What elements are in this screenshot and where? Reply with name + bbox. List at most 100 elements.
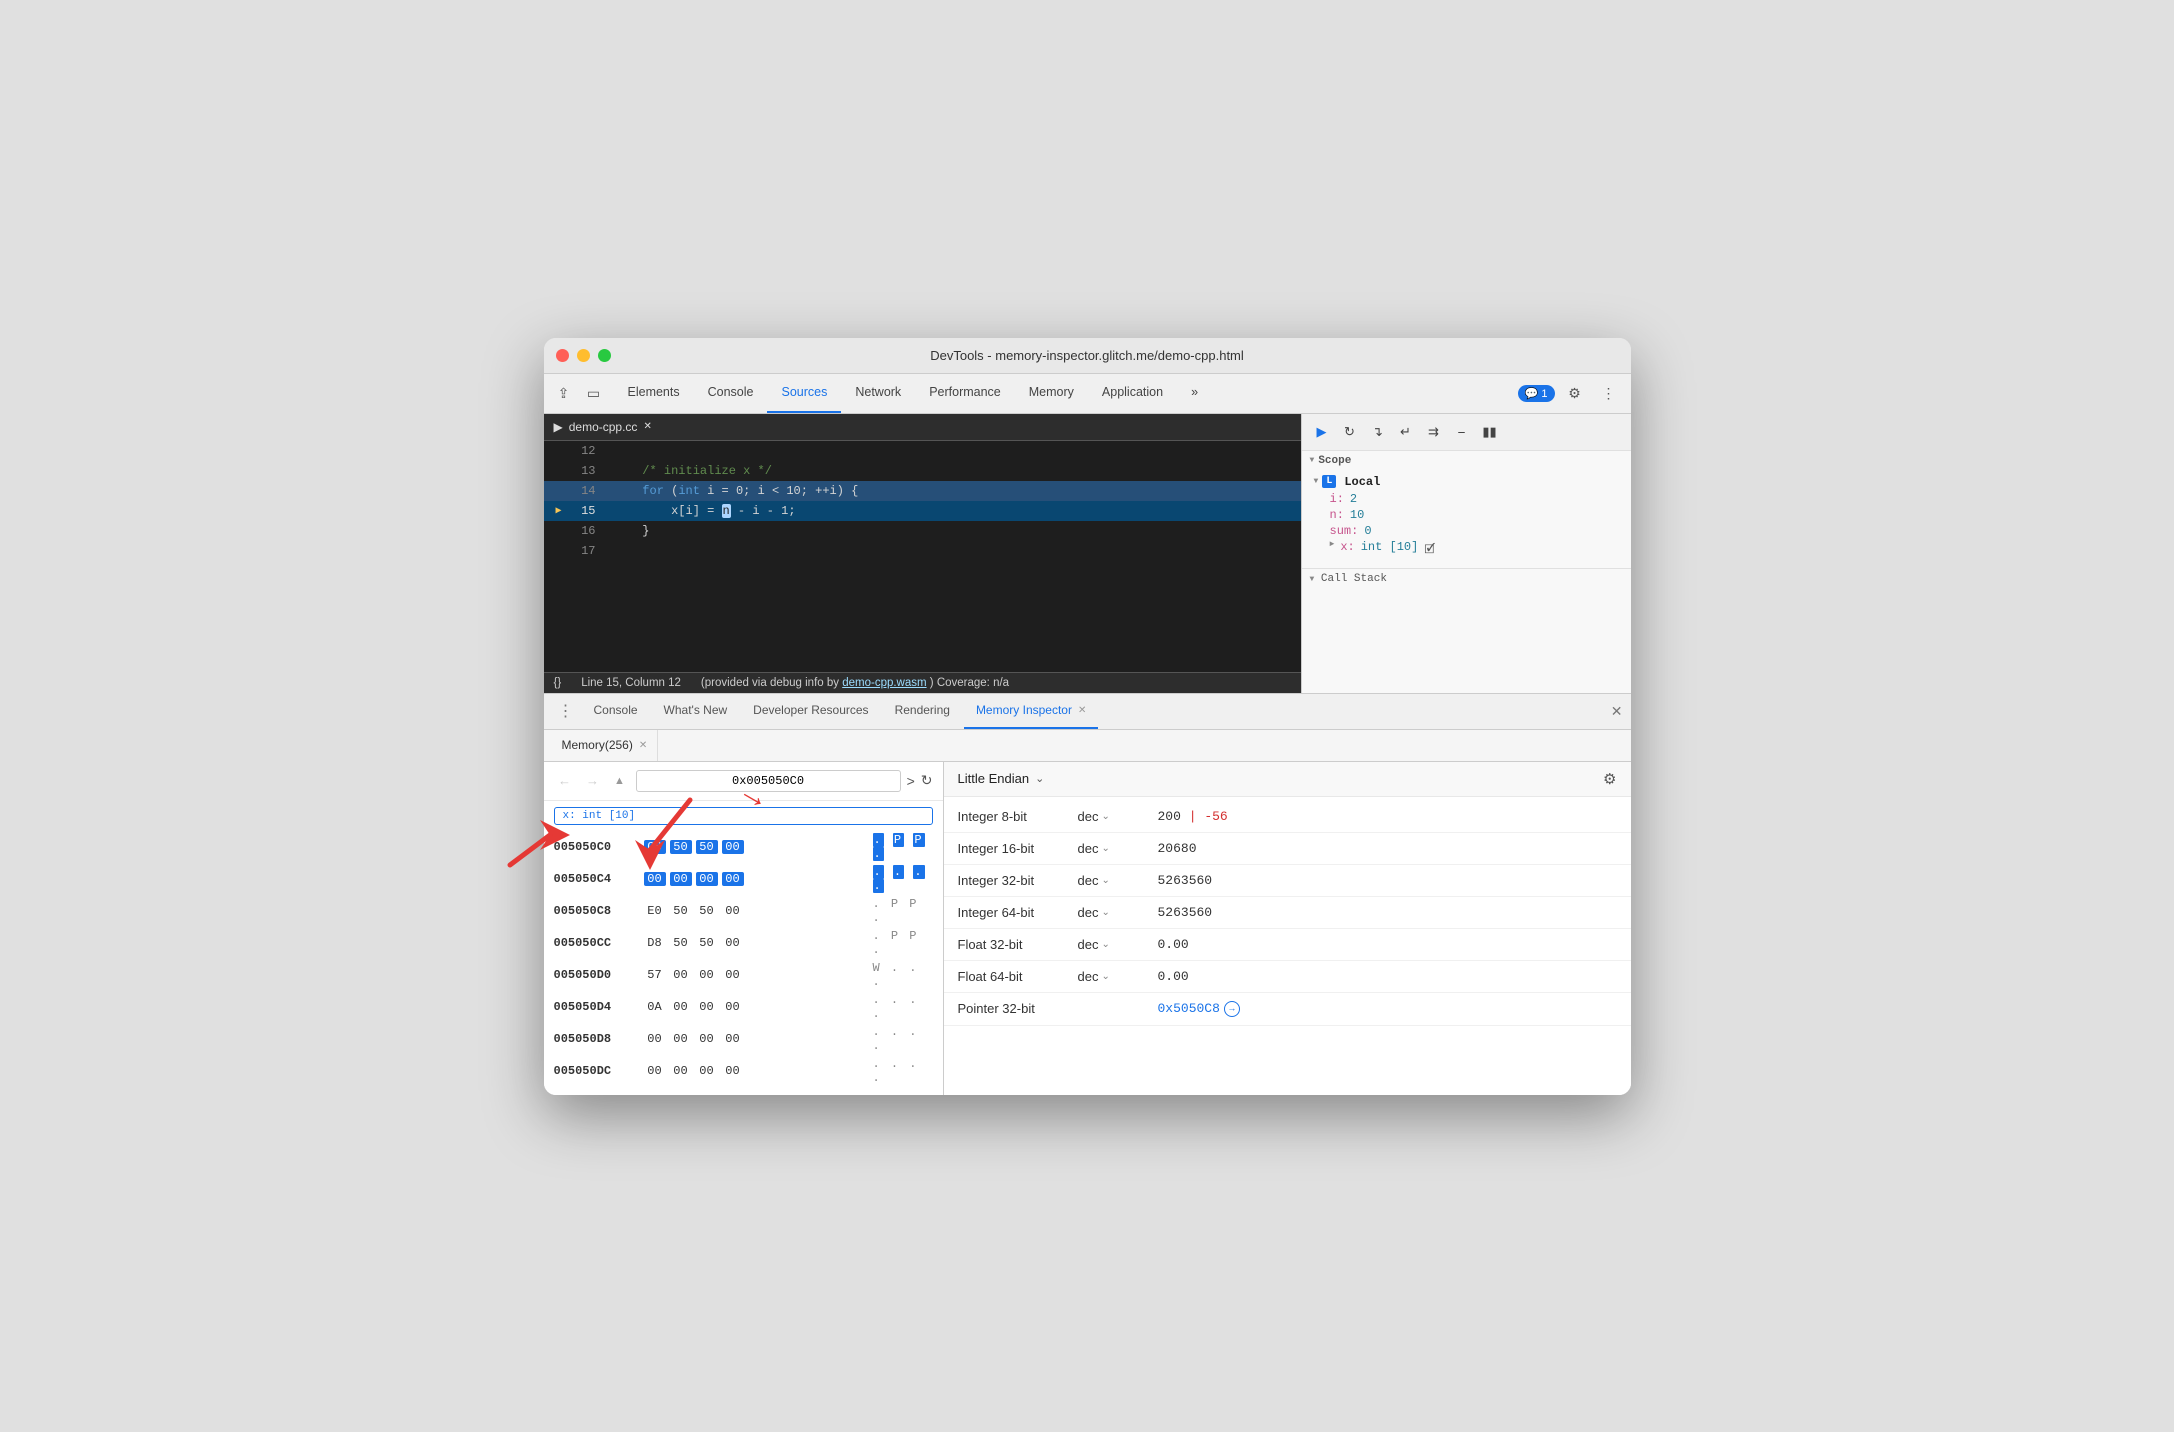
device-icon[interactable]: ▭ (582, 381, 606, 405)
hex-byte-3-1[interactable]: 50 (670, 936, 692, 950)
refresh-btn[interactable]: ↻ (921, 772, 933, 789)
settings-icon[interactable]: ⚙ (1561, 379, 1589, 407)
ascii-1-0: . (873, 865, 884, 879)
tab-more[interactable]: » (1177, 374, 1212, 413)
tab-console-bottom[interactable]: Console (582, 694, 650, 729)
tab-console[interactable]: Console (694, 374, 768, 413)
local-triangle[interactable]: ▼ (1314, 477, 1319, 486)
float32-value: 0.00 (1158, 937, 1617, 952)
hex-byte-1-2[interactable]: 00 (696, 872, 718, 886)
hex-byte-2-0[interactable]: E0 (644, 904, 666, 918)
cursor-icon[interactable]: ⇪ (552, 381, 576, 405)
more-options-icon[interactable]: ⋮ (1595, 379, 1623, 407)
tab-memory[interactable]: Memory (1015, 374, 1088, 413)
hex-byte-5-1[interactable]: 00 (670, 1000, 692, 1014)
hex-panel: ← → ▲ > ↻ x: int [10] → (544, 762, 944, 1095)
memory-inspector-tab-close[interactable]: ✕ (1078, 705, 1086, 716)
hex-bytes-6: 00 00 00 00 (644, 1032, 873, 1046)
hex-byte-6-2[interactable]: 00 (696, 1032, 718, 1046)
hex-byte-3-0[interactable]: D8 (644, 936, 666, 950)
float64-format[interactable]: dec ⌄ (1078, 969, 1158, 984)
scope-header: ▼ Scope (1302, 451, 1631, 471)
hex-byte-7-1[interactable]: 00 (670, 1064, 692, 1078)
tab-rendering[interactable]: Rendering (883, 694, 962, 729)
nav-forward-btn[interactable]: → (582, 770, 604, 792)
line-num-15: 15 (566, 504, 606, 518)
memory-icon[interactable]: 🗹 (1424, 540, 1435, 561)
pause-on-exceptions-btn[interactable]: ▮▮ (1478, 420, 1502, 444)
interpret-settings-icon[interactable]: ⚙ (1603, 770, 1616, 788)
resume-btn[interactable]: ▶ (1310, 420, 1334, 444)
tab-sources[interactable]: Sources (767, 374, 841, 413)
hex-byte-2-2[interactable]: 50 (696, 904, 718, 918)
close-all-button[interactable]: ✕ (1611, 703, 1623, 720)
maximize-button[interactable] (598, 349, 611, 362)
hex-byte-1-0[interactable]: 00 (644, 872, 666, 886)
memory-256-tab[interactable]: Memory(256) ✕ (552, 730, 659, 761)
deactivate-btn[interactable]: ⎯ (1450, 420, 1474, 444)
callstack-triangle[interactable]: ▼ (1310, 575, 1315, 584)
tab-network[interactable]: Network (841, 374, 915, 413)
hex-row-0: 005050C0 C8 50 50 00 . P P (544, 831, 943, 863)
int64-format[interactable]: dec ⌄ (1078, 905, 1158, 920)
hex-byte-1-1[interactable]: 00 (670, 872, 692, 886)
float32-format[interactable]: dec ⌄ (1078, 937, 1158, 952)
step-btn[interactable]: ⇉ (1422, 420, 1446, 444)
hex-byte-2-1[interactable]: 50 (670, 904, 692, 918)
bottom-tabs-more[interactable]: ⋮ (552, 701, 580, 721)
tab-developer-resources[interactable]: Developer Resources (741, 694, 880, 729)
nav-back-btn[interactable]: ← (554, 770, 576, 792)
close-button[interactable] (556, 349, 569, 362)
tab-memory-inspector[interactable]: Memory Inspector ✕ (964, 694, 1098, 729)
hex-byte-4-2[interactable]: 00 (696, 968, 718, 982)
hex-byte-4-1[interactable]: 00 (670, 968, 692, 982)
pointer-link[interactable]: 0x5050C8 → (1158, 1001, 1617, 1017)
hex-byte-1-3[interactable]: 00 (722, 872, 744, 886)
hex-byte-4-3[interactable]: 00 (722, 968, 744, 982)
console-badge[interactable]: 💬 1 (1518, 385, 1555, 402)
hex-byte-7-0[interactable]: 00 (644, 1064, 666, 1078)
hex-byte-3-2[interactable]: 50 (696, 936, 718, 950)
step-over-btn[interactable]: ↻ (1338, 420, 1362, 444)
status-debug-info: (provided via debug info by demo-cpp.was… (701, 677, 1009, 689)
code-area[interactable]: 12 13 /* initialize x */ 14 (544, 441, 1301, 688)
int8-format[interactable]: dec ⌄ (1078, 809, 1158, 824)
tab-elements[interactable]: Elements (614, 374, 694, 413)
minimize-button[interactable] (577, 349, 590, 362)
hex-byte-5-2[interactable]: 00 (696, 1000, 718, 1014)
hex-byte-0-1[interactable]: 50 (670, 840, 692, 854)
endian-select[interactable]: Little Endian ⌄ (958, 771, 1045, 786)
hex-byte-0-2[interactable]: 50 (696, 840, 718, 854)
hex-byte-3-3[interactable]: 00 (722, 936, 744, 950)
debug-link[interactable]: demo-cpp.wasm (842, 677, 926, 689)
int32-format[interactable]: dec ⌄ (1078, 873, 1158, 888)
local-header: ▼ L Local (1302, 473, 1631, 491)
scope-triangle[interactable]: ▼ (1310, 456, 1315, 465)
tab-performance[interactable]: Performance (915, 374, 1015, 413)
int16-format[interactable]: dec ⌄ (1078, 841, 1158, 856)
step-out-btn[interactable]: ↵ (1394, 420, 1418, 444)
hex-byte-4-0[interactable]: 57 (644, 968, 666, 982)
x-triangle[interactable]: ► (1330, 540, 1335, 561)
file-tab-name[interactable]: demo-cpp.cc (569, 420, 638, 434)
tab-whats-new[interactable]: What's New (652, 694, 740, 729)
hex-byte-0-3[interactable]: 00 (722, 840, 744, 854)
memory-256-close[interactable]: ✕ (639, 740, 647, 751)
file-tab-close[interactable]: ✕ (643, 421, 651, 432)
hex-byte-5-0[interactable]: 0A (644, 1000, 666, 1014)
hex-byte-6-1[interactable]: 00 (670, 1032, 692, 1046)
hex-byte-2-3[interactable]: 00 (722, 904, 744, 918)
nav-forward-arrow[interactable]: > (907, 773, 915, 789)
hex-byte-7-3[interactable]: 00 (722, 1064, 744, 1078)
pointer-circle-icon: → (1224, 1001, 1240, 1017)
tab-application[interactable]: Application (1088, 374, 1177, 413)
hex-byte-5-3[interactable]: 00 (722, 1000, 744, 1014)
hex-bytes-0: C8 50 50 00 (644, 840, 873, 854)
hex-addr-6: 005050D8 (554, 1032, 644, 1046)
step-into-btn[interactable]: ↴ (1366, 420, 1390, 444)
hex-byte-6-3[interactable]: 00 (722, 1032, 744, 1046)
code-line-15: ▶ 15 x[i] = n - i - 1; (544, 501, 1301, 521)
hex-byte-7-2[interactable]: 00 (696, 1064, 718, 1078)
hex-byte-0-0[interactable]: C8 (644, 840, 666, 854)
hex-byte-6-0[interactable]: 00 (644, 1032, 666, 1046)
